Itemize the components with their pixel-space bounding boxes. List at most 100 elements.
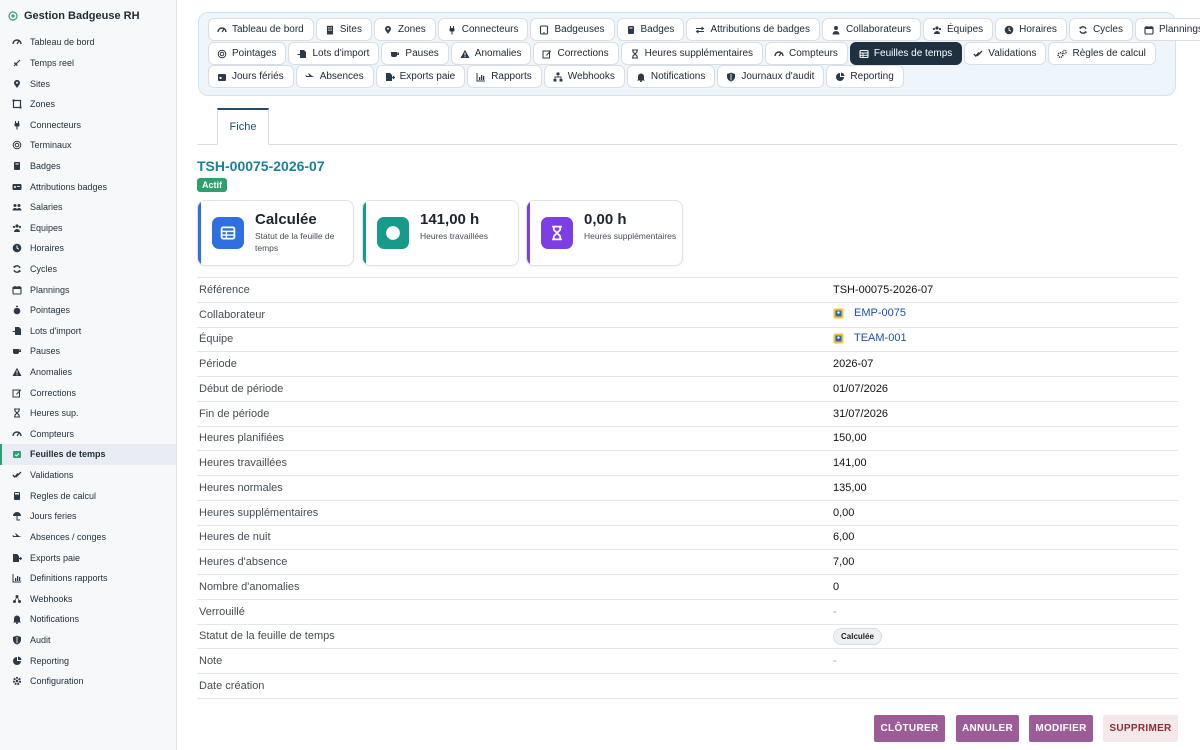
sidebar-item-pointages[interactable]: Pointages <box>0 300 176 321</box>
tab-validations[interactable]: Validations <box>964 42 1047 65</box>
gauge-icon <box>12 39 22 45</box>
tab-label: Webhooks <box>567 71 615 82</box>
tab-badgeuses[interactable]: Badgeuses <box>530 18 615 41</box>
tab-lots-d-import[interactable]: Lots d'import <box>288 42 380 65</box>
tab-heures-supplementaires[interactable]: Heures supplémentaires <box>620 42 764 65</box>
tab-jours-feries[interactable]: Jours fériés <box>208 65 294 88</box>
table-row: Date création <box>197 673 1178 699</box>
sidebar-item-label: Regles de calcul <box>30 490 97 501</box>
tab-plannings[interactable]: Plannings <box>1134 18 1200 41</box>
sidebar-item-jours-feries[interactable]: Jours feries <box>0 506 176 527</box>
sidebar-item-regles-de-calcul[interactable]: Regles de calcul <box>0 485 176 506</box>
tab-compteurs[interactable]: Compteurs <box>765 42 848 65</box>
sidebar-item-corrections[interactable]: Corrections <box>0 382 176 403</box>
sidebar-item-notifications[interactable]: Notifications <box>0 609 176 630</box>
tab-feuilles-de-temps[interactable]: Feuilles de temps <box>849 42 963 65</box>
cancel-button[interactable]: ANNULER <box>956 715 1019 742</box>
tab-horaires[interactable]: Horaires <box>995 18 1067 41</box>
edit-button[interactable]: MODIFIER <box>1029 715 1093 742</box>
sidebar-item-label: Lots d'import <box>30 325 82 336</box>
fingerprint-icon <box>217 49 227 58</box>
tab-cycles[interactable]: Cycles <box>1068 18 1133 41</box>
tab-row: Pointages Lots d'import Pauses Anomalies Cor… <box>208 42 1158 65</box>
sidebar-item-horaires[interactable]: Horaires <box>0 238 176 259</box>
sidebar-item-anomalies[interactable]: Anomalies <box>0 362 176 383</box>
tab-anomalies[interactable]: Anomalies <box>450 42 532 65</box>
edit-icon <box>542 50 552 58</box>
tab-notifications[interactable]: Notifications <box>626 65 716 88</box>
tab-label: Règles de calcul <box>1072 48 1146 59</box>
record-link[interactable]: TEAM-001 <box>833 332 907 344</box>
tab-connecteurs[interactable]: Connecteurs <box>437 18 529 41</box>
sidebar-item-validations[interactable]: Validations <box>0 465 176 486</box>
app-brand[interactable]: Gestion Badgeuse RH <box>0 0 176 32</box>
sidebar-item-reporting[interactable]: Reporting <box>0 650 176 671</box>
sidebar-item-equipes[interactable]: Equipes <box>0 217 176 238</box>
sidebar-item-plannings[interactable]: Plannings <box>0 279 176 300</box>
sidebar-item-feuilles-de-temps[interactable]: Feuilles de temps <box>0 444 176 465</box>
sidebar-item-heures-sup[interactable]: Heures sup. <box>0 403 176 424</box>
tab-collaborateurs[interactable]: Collaborateurs <box>821 18 921 41</box>
cycle-icon <box>13 265 21 273</box>
sidebar-item-compteurs[interactable]: Compteurs <box>0 424 176 445</box>
close-button[interactable]: CLÔTURER <box>874 715 945 742</box>
gear-icon <box>12 677 22 686</box>
sidebar-item-pauses[interactable]: Pauses <box>0 341 176 362</box>
tab-journaux-d-audit[interactable]: Journaux d'audit <box>717 65 825 88</box>
sidebar-item-sites[interactable]: Sites <box>0 73 176 94</box>
avatar-icon <box>833 308 844 319</box>
sidebar-item-salaries[interactable]: Salaries <box>0 197 176 218</box>
card-icon-box <box>541 217 573 249</box>
tab-label: Connecteurs <box>461 24 519 35</box>
sidebar-item-label: Absences / conges <box>30 531 107 542</box>
tab-exports-paie[interactable]: Exports paie <box>375 65 466 88</box>
sidebar-item-label: Heures sup. <box>30 408 79 419</box>
tab-sites[interactable]: Sites <box>315 18 372 41</box>
sidebar-item-audit[interactable]: Audit <box>0 630 176 651</box>
sidebar-item-terminaux[interactable]: Terminaux <box>0 135 176 156</box>
record-link[interactable]: EMP-0075 <box>833 307 906 319</box>
tab-absences[interactable]: Absences <box>295 65 374 88</box>
sidebar-item-zones[interactable]: Zones <box>0 94 176 115</box>
sidebar-item-temps-reel[interactable]: Temps reel <box>0 53 176 74</box>
sidebar-item-webhooks[interactable]: Webhooks <box>0 588 176 609</box>
users-icon <box>12 204 22 211</box>
tab-corrections[interactable]: Corrections <box>533 42 619 65</box>
tab-attributions-de-badges[interactable]: Attributions de badges <box>686 18 820 41</box>
empty-value: - <box>833 605 837 618</box>
tab-regles-de-calcul[interactable]: Règles de calcul <box>1048 42 1156 65</box>
sidebar-item-definitions-rapports[interactable]: Definitions rapports <box>0 568 176 589</box>
field-value: 141,00 <box>833 457 867 470</box>
hourglass-icon <box>14 408 20 418</box>
sidebar-item-cycles[interactable]: Cycles <box>0 259 176 280</box>
tab-rapports[interactable]: Rapports <box>467 65 542 88</box>
sidebar-item-exports-paie[interactable]: Exports paie <box>0 547 176 568</box>
field-label: Nombre d'anomalies <box>197 574 833 600</box>
tab-tableau-de-bord[interactable]: Tableau de bord <box>208 18 314 41</box>
tab-zones[interactable]: Zones <box>373 18 436 41</box>
field-value-cell: 0,00 <box>833 500 1178 526</box>
sidebar-item-attributions-badges[interactable]: Attributions badges <box>0 176 176 197</box>
field-label: Heures travaillées <box>197 450 833 476</box>
sidebar-item-configuration[interactable]: Configuration <box>0 671 176 692</box>
table-icon <box>859 49 869 58</box>
tab-label: Attributions de badges <box>710 24 810 35</box>
tab-pauses[interactable]: Pauses <box>381 42 449 65</box>
tab-pointages[interactable]: Pointages <box>208 42 287 65</box>
field-value-cell: 2026-07 <box>833 351 1178 377</box>
tab-equipes[interactable]: Équipes <box>923 18 994 41</box>
sidebar-item-connecteurs[interactable]: Connecteurs <box>0 114 176 135</box>
tab-badges[interactable]: Badges <box>616 18 685 41</box>
sidebar-item-tableau-de-bord[interactable]: Tableau de bord <box>0 32 176 53</box>
tab-label: Jours fériés <box>232 71 284 82</box>
sidebar-item-badges[interactable]: Badges <box>0 156 176 177</box>
sidebar-item-absences-conges[interactable]: Absences / conges <box>0 527 176 548</box>
tab-label: Pauses <box>405 48 439 59</box>
tab-row: Tableau de bord Sites Zones Connecteurs Badg… <box>208 18 1200 41</box>
sidebar-item-lots-d-import[interactable]: Lots d'import <box>0 321 176 342</box>
tab-fiche[interactable]: Fiche <box>217 108 269 145</box>
tab-webhooks[interactable]: Webhooks <box>543 65 625 88</box>
card-label: Heures supplémentaires <box>584 231 677 241</box>
tab-reporting[interactable]: Reporting <box>826 65 904 88</box>
delete-button[interactable]: SUPPRIMER <box>1103 715 1178 742</box>
